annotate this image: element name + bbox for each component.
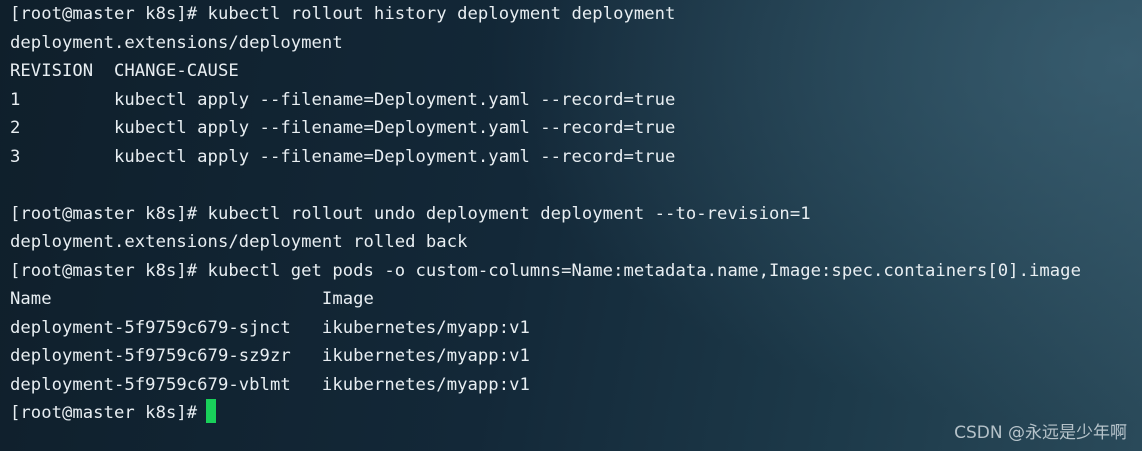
terminal-output[interactable]: [root@master k8s]# kubectl rollout histo…	[10, 0, 1135, 451]
terminal-line: deployment.extensions/deployment rolled …	[10, 232, 468, 252]
terminal-line: deployment-5f9759c679-sz9zr ikubernetes/…	[10, 346, 530, 366]
terminal-line: [root@master k8s]# kubectl rollout undo …	[10, 203, 811, 224]
terminal-cursor[interactable]	[206, 399, 217, 423]
terminal-line: REVISION CHANGE-CAUSE	[10, 61, 239, 81]
terminal-line: deployment.extensions/deployment	[10, 32, 343, 53]
terminal-line: Name Image	[10, 289, 374, 309]
csdn-watermark: CSDN @永远是少年啊	[954, 423, 1127, 443]
terminal-line: deployment-5f9759c679-vblmt ikubernetes/…	[10, 374, 530, 395]
terminal-line: [root@master k8s]# kubectl get pods -o c…	[10, 260, 1081, 281]
shell-prompt: [root@master k8s]#	[10, 403, 198, 423]
terminal-line: 3 kubectl apply --filename=Deployment.ya…	[10, 146, 676, 167]
terminal-line: [root@master k8s]# kubectl rollout histo…	[10, 4, 676, 24]
terminal-line: 1 kubectl apply --filename=Deployment.ya…	[10, 89, 676, 110]
terminal-line: deployment-5f9759c679-sjnct ikubernetes/…	[10, 317, 530, 338]
terminal-line: 2 kubectl apply --filename=Deployment.ya…	[10, 118, 676, 138]
